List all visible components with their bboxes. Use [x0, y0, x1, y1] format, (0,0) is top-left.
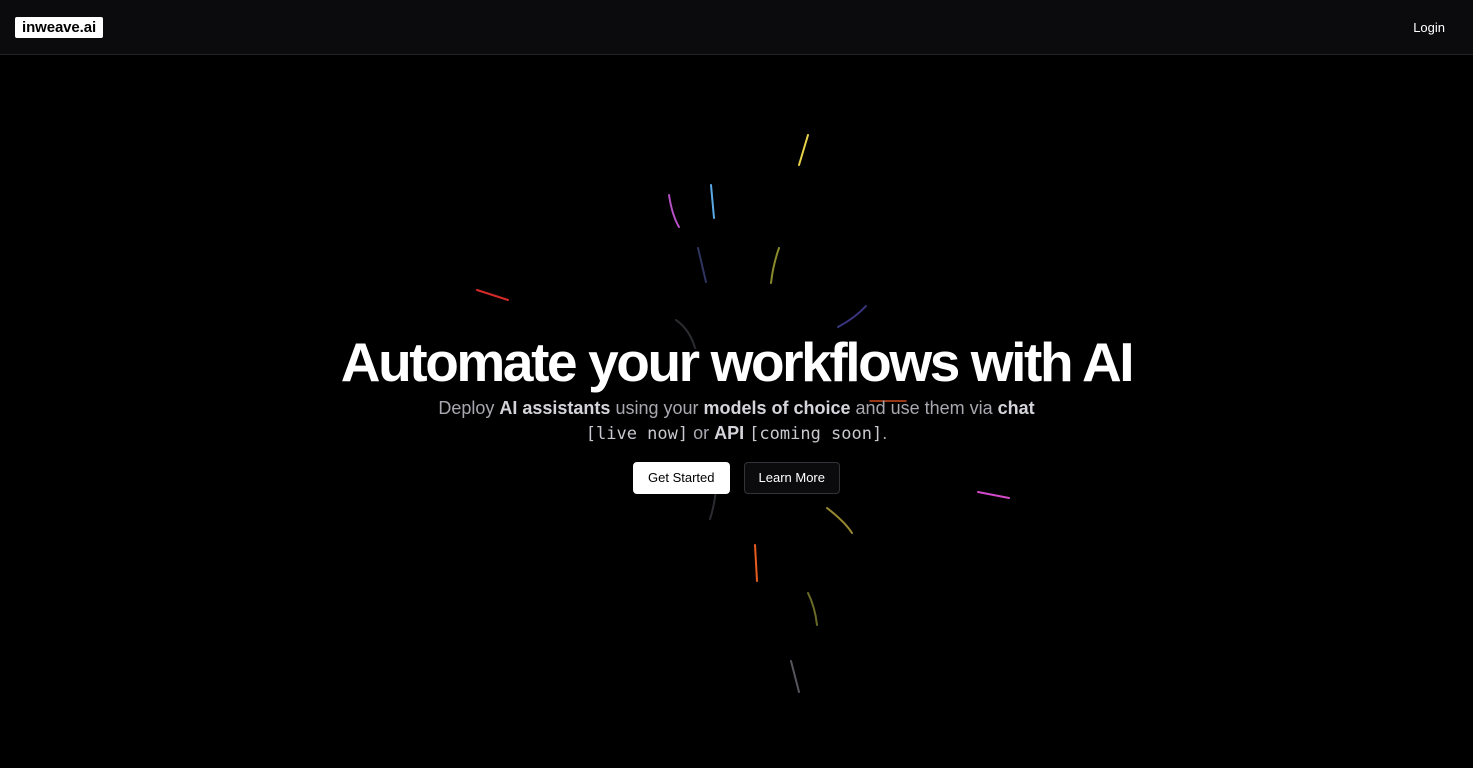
top-navbar: inweave.ai Login: [0, 0, 1473, 55]
streak: [807, 592, 818, 626]
sub-emphasis-ai-assistants: AI assistants: [499, 398, 611, 418]
sub-tag-live-now: [live now]: [585, 424, 689, 444]
sub-emphasis-chat: chat: [997, 398, 1035, 418]
sub-tag-coming-soon: [coming soon]: [749, 424, 883, 444]
sub-emphasis-models: models of choice: [703, 398, 851, 418]
sub-text: or: [688, 423, 715, 443]
streak: [709, 489, 717, 520]
sub-text: .: [882, 423, 888, 443]
sub-text: and use them via: [850, 398, 998, 418]
streak: [754, 544, 758, 582]
hero-headline: Automate your workflows with AI: [340, 331, 1135, 393]
streak: [770, 247, 780, 284]
sub-text: using your: [610, 398, 704, 418]
streak: [710, 184, 715, 219]
brand-logo[interactable]: inweave.ai: [15, 17, 104, 38]
sub-emphasis-api: API: [714, 423, 745, 443]
login-link[interactable]: Login: [1413, 19, 1445, 37]
streak: [790, 660, 800, 693]
streak: [837, 305, 867, 328]
streak: [826, 507, 853, 534]
streak: [476, 289, 509, 301]
sub-text: Deploy: [438, 398, 500, 418]
hero-section: Automate your workflows with AI Deploy A…: [0, 330, 1473, 494]
landing-page: inweave.ai Login Automate your workflows…: [0, 0, 1473, 768]
hero-subheadline: Deploy AI assistants using your models o…: [417, 396, 1057, 447]
streak: [668, 194, 680, 228]
hero-actions: Get Started Learn More: [0, 462, 1473, 494]
streak: [798, 134, 809, 166]
learn-more-button[interactable]: Learn More: [743, 462, 840, 494]
get-started-button[interactable]: Get Started: [633, 462, 730, 494]
streak: [697, 247, 707, 283]
